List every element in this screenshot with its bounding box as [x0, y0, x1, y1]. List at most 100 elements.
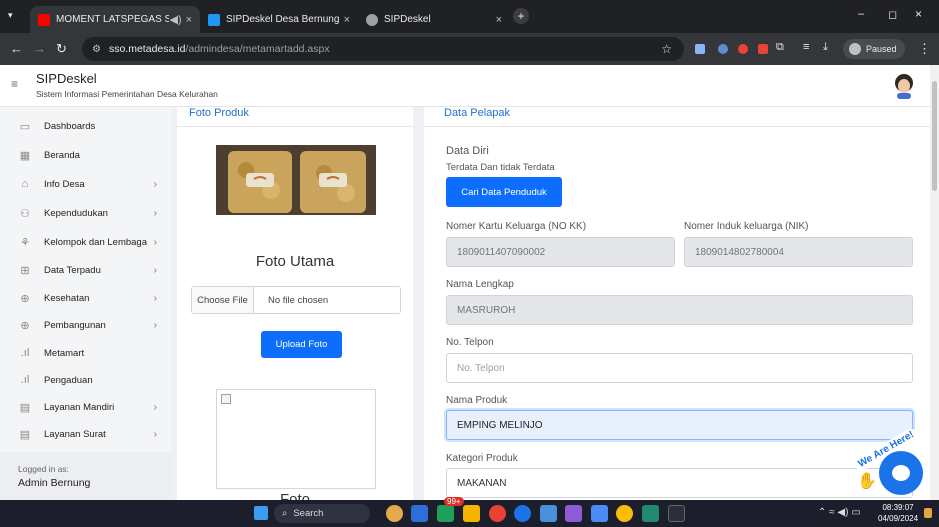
close-icon[interactable]: ×	[186, 14, 192, 26]
hamburger-icon[interactable]: ≡	[11, 77, 18, 91]
bar-chart-icon: .ıl	[20, 374, 30, 386]
app-subtitle: Sistem Informasi Pemerintahan Desa Kelur…	[36, 89, 218, 99]
sidebar-item-beranda[interactable]: ▦ Beranda	[0, 141, 171, 169]
back-icon[interactable]: ←	[10, 41, 23, 56]
monitor-icon: ▭	[19, 120, 31, 133]
file-input[interactable]: Choose File No file chosen	[191, 286, 401, 314]
sidebar-item-label: Pengaduan	[44, 374, 93, 386]
sidebar-item-dashboards[interactable]: ▭ Dashboards	[0, 112, 171, 140]
address-bar[interactable]: ⚙ sso.metadesa.id /admindesa/metamartadd…	[82, 37, 684, 61]
product-photo	[216, 145, 376, 215]
produk-label: Nama Produk	[446, 395, 508, 406]
sidebar-item-pengaduan[interactable]: .ıl Pengaduan	[0, 366, 171, 394]
chevron-right-icon: ›	[153, 292, 157, 304]
produk-field[interactable]: EMPING MELINJO	[446, 410, 913, 440]
taskbar-search[interactable]: ⌕ Search	[274, 504, 370, 523]
taskbar: ⌕ Search 99+ ⌃ ≈ ◀) ▭ 08:39:07 04/09/202…	[0, 497, 939, 527]
clock-time: 08:39:07	[882, 503, 914, 512]
photo-caption: Foto Utama	[255, 253, 335, 270]
folder-icon[interactable]	[463, 505, 480, 522]
tray-icons[interactable]: ⌃ ≈ ◀) ▭	[818, 507, 861, 518]
globe-icon	[366, 13, 378, 26]
tab-sipdeskel[interactable]: SIPDeskel ×	[358, 6, 510, 33]
sidebar-item-data-terpadu[interactable]: ⊞ Data Terpadu ›	[0, 256, 171, 284]
window-close-icon[interactable]: ×	[915, 7, 922, 21]
globe-icon: ⊕	[20, 319, 30, 332]
extension-icon[interactable]	[718, 44, 728, 54]
puzzle-icon[interactable]: ⧉	[776, 41, 784, 54]
app-icon[interactable]	[565, 505, 582, 522]
telp-field[interactable]: No. Telpon	[446, 353, 913, 383]
chevron-right-icon: ›	[153, 428, 157, 440]
app-icon[interactable]	[489, 505, 506, 522]
kategori-field[interactable]: MAKANAN	[446, 468, 913, 498]
scrollbar[interactable]	[930, 65, 939, 500]
app-icon[interactable]	[411, 505, 428, 522]
card-header: Foto Produk	[177, 107, 413, 127]
app-icon[interactable]	[591, 505, 608, 522]
extension-icon[interactable]	[695, 44, 705, 54]
cari-data-penduduk-button[interactable]: Cari Data Penduduk	[446, 177, 562, 207]
extension-icon[interactable]	[738, 44, 748, 54]
notification-icon[interactable]	[924, 508, 932, 518]
new-tab-icon[interactable]: +	[513, 8, 529, 24]
close-icon[interactable]: ×	[344, 14, 350, 26]
sidebar-item-info-desa[interactable]: ⌂ Info Desa ›	[0, 170, 171, 198]
site-info-icon[interactable]: ⚙	[92, 44, 101, 55]
app-icon[interactable]	[386, 505, 403, 522]
extension-icon[interactable]	[758, 44, 768, 54]
kk-field[interactable]: 1809011407090002	[446, 237, 675, 267]
choose-file-button[interactable]: Choose File	[192, 287, 254, 313]
nik-field[interactable]: 1809014802780004	[684, 237, 913, 267]
tab-title: MOMENT LATSPEGAS SYIL/	[56, 14, 170, 25]
logged-in-label: Logged in as:	[18, 464, 70, 474]
broken-image-icon	[221, 394, 231, 404]
app-icon[interactable]	[642, 505, 659, 522]
sidebar-item-label: Beranda	[44, 149, 80, 161]
menu-kebab-icon[interactable]: ⋮	[918, 41, 931, 57]
clock-date: 04/09/2024	[878, 514, 919, 523]
nama-field[interactable]: MASRUROH	[446, 295, 913, 325]
profile-paused-button[interactable]: Paused	[843, 39, 905, 59]
sidebar-item-label: Dashboards	[44, 120, 96, 132]
sidebar-item-kesehatan[interactable]: ⊕ Kesehatan ›	[0, 284, 171, 312]
app-icon[interactable]	[540, 505, 557, 522]
reload-icon[interactable]: ↻	[56, 41, 67, 57]
sidebar-item-layanan-surat[interactable]: ▤ Layanan Surat ›	[0, 420, 171, 448]
tab-youtube[interactable]: MOMENT LATSPEGAS SYIL/ ◀) ×	[30, 6, 200, 33]
clock[interactable]: 08:39:07 04/09/2024	[878, 502, 918, 524]
chrome-icon[interactable]	[616, 505, 633, 522]
search-icon: ⌕	[282, 508, 288, 519]
close-icon[interactable]: ×	[496, 14, 502, 26]
edge-icon[interactable]	[514, 505, 531, 522]
sidebar-item-label: Metamart	[44, 347, 85, 359]
app-icon[interactable]	[437, 505, 454, 522]
tab-sipdeskel-bernung[interactable]: SIPDeskel Desa Bernung ×	[200, 6, 358, 33]
reading-list-icon[interactable]: ≡	[803, 41, 809, 53]
sidebar-item-kependudukan[interactable]: ⚇ Kependudukan ›	[0, 199, 171, 227]
download-icon[interactable]: ⤓	[823, 41, 828, 54]
photo-placeholder	[216, 389, 376, 489]
nama-label: Nama Lengkap	[446, 279, 514, 290]
sidebar-item-kelompok-lembaga[interactable]: ⚘ Kelompok dan Lembaga ›	[0, 228, 171, 256]
minimize-icon[interactable]: –	[858, 8, 864, 20]
chat-bubble-icon[interactable]	[879, 451, 923, 495]
forward-icon[interactable]: →	[33, 41, 46, 56]
card-title: Foto Produk	[189, 107, 249, 119]
chat-widget[interactable]: We Are Here! ✋	[851, 426, 929, 499]
bookmark-star-icon[interactable]: ☆	[661, 42, 672, 56]
windows-start-icon[interactable]	[254, 506, 268, 520]
file-status: No file chosen	[268, 294, 329, 306]
upload-foto-button[interactable]: Upload Foto	[261, 331, 342, 358]
section-subtitle: Terdata Dan tidak Terdata	[446, 162, 555, 173]
scrollbar-thumb[interactable]	[932, 81, 937, 191]
sidebar-item-metamart[interactable]: .ıl Metamart	[0, 339, 171, 367]
restore-icon[interactable]: ◻	[888, 8, 897, 21]
user-avatar[interactable]	[893, 73, 915, 99]
youtube-icon	[38, 13, 50, 26]
sidebar-item-layanan-mandiri[interactable]: ▤ Layanan Mandiri ›	[0, 393, 171, 421]
sidebar-item-pembangunan[interactable]: ⊕ Pembangunan ›	[0, 311, 171, 339]
tab-list-icon[interactable]: ▾	[8, 10, 13, 21]
tab-title: SIPDeskel Desa Bernung	[226, 14, 340, 25]
app-icon[interactable]	[668, 505, 685, 522]
